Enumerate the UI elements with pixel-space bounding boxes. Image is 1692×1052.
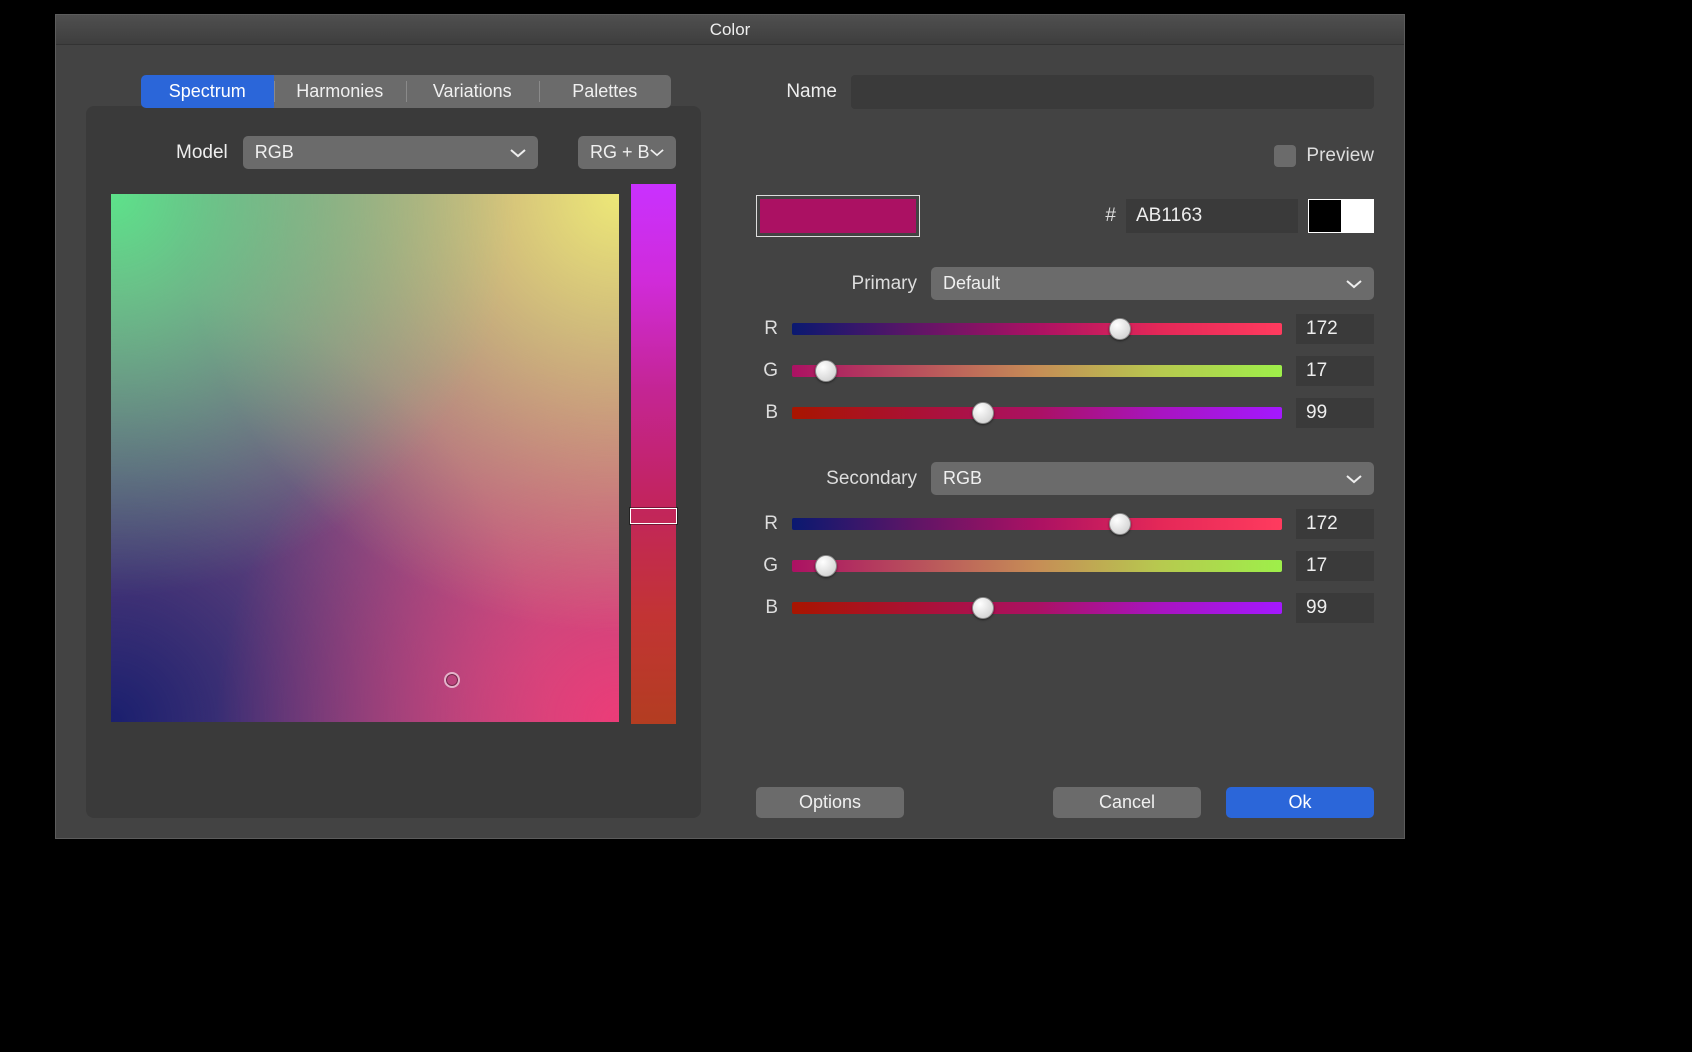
window-title: Color <box>56 15 1404 45</box>
spectrum-area <box>111 194 676 724</box>
secondary-g-thumb[interactable] <box>815 555 837 577</box>
primary-b-slider[interactable] <box>792 407 1282 419</box>
primary-b-thumb[interactable] <box>972 402 994 424</box>
secondary-g-value[interactable] <box>1296 551 1374 581</box>
primary-r-value[interactable] <box>1296 314 1374 344</box>
secondary-select-value: RGB <box>943 468 982 489</box>
chevron-down-icon <box>1346 474 1362 484</box>
primary-select[interactable]: Default <box>931 267 1374 300</box>
secondary-r-slider[interactable] <box>792 518 1282 530</box>
dialog-content: Spectrum Harmonies Variations Palettes M… <box>56 45 1404 838</box>
spectrum-mode-value: RG + B <box>590 142 650 163</box>
black-white-swatches <box>1308 199 1374 233</box>
tab-harmonies[interactable]: Harmonies <box>274 75 407 108</box>
secondary-select[interactable]: RGB <box>931 462 1374 495</box>
primary-g-value[interactable] <box>1296 356 1374 386</box>
name-label: Name <box>756 81 851 103</box>
previous-color-swatch[interactable] <box>838 199 916 233</box>
hue-marker[interactable] <box>630 508 677 524</box>
chevron-down-icon <box>510 148 526 158</box>
spectrum-cursor[interactable] <box>444 672 460 688</box>
hex-label: # <box>1105 205 1116 227</box>
primary-select-value: Default <box>943 273 1000 294</box>
model-label: Model <box>176 142 228 164</box>
primary-g-slider[interactable] <box>792 365 1282 377</box>
primary-b-label: B <box>756 402 778 424</box>
primary-label: Primary <box>756 273 931 295</box>
hue-strip[interactable] <box>631 184 676 724</box>
primary-g-label: G <box>756 360 778 382</box>
model-select-value: RGB <box>255 142 294 163</box>
spectrum-square[interactable] <box>111 194 619 722</box>
current-color-swatch[interactable] <box>760 199 838 233</box>
name-input[interactable] <box>851 75 1374 109</box>
secondary-r-value[interactable] <box>1296 509 1374 539</box>
secondary-r-label: R <box>756 513 778 535</box>
chevron-down-icon <box>650 148 664 157</box>
tab-palettes[interactable]: Palettes <box>539 75 672 108</box>
preview-checkbox[interactable] <box>1274 145 1296 167</box>
preview-label: Preview <box>1306 145 1374 167</box>
chevron-down-icon <box>1346 279 1362 289</box>
spectrum-mode-select[interactable]: RG + B <box>578 136 676 169</box>
options-button[interactable]: Options <box>756 787 904 818</box>
right-panel: Name Preview # <box>756 75 1374 818</box>
primary-b-value[interactable] <box>1296 398 1374 428</box>
primary-g-thumb[interactable] <box>815 360 837 382</box>
secondary-b-label: B <box>756 597 778 619</box>
primary-r-slider[interactable] <box>792 323 1282 335</box>
secondary-b-value[interactable] <box>1296 593 1374 623</box>
secondary-label: Secondary <box>756 468 931 490</box>
primary-r-thumb[interactable] <box>1109 318 1131 340</box>
tab-spectrum[interactable]: Spectrum <box>141 75 274 108</box>
secondary-g-label: G <box>756 555 778 577</box>
spectrum-panel: Model RGB RG + B <box>86 106 701 818</box>
cancel-button[interactable]: Cancel <box>1053 787 1201 818</box>
color-dialog: Color Spectrum Harmonies Variations Pale… <box>55 14 1405 839</box>
tab-bar: Spectrum Harmonies Variations Palettes <box>141 75 671 108</box>
secondary-r-thumb[interactable] <box>1109 513 1131 535</box>
secondary-b-thumb[interactable] <box>972 597 994 619</box>
secondary-b-slider[interactable] <box>792 602 1282 614</box>
left-panel: Spectrum Harmonies Variations Palettes M… <box>86 75 701 818</box>
model-select[interactable]: RGB <box>243 136 538 169</box>
white-swatch[interactable] <box>1341 200 1373 232</box>
ok-button[interactable]: Ok <box>1226 787 1374 818</box>
black-swatch[interactable] <box>1309 200 1341 232</box>
tab-variations[interactable]: Variations <box>406 75 539 108</box>
color-swatch-pair <box>756 195 920 237</box>
primary-r-label: R <box>756 318 778 340</box>
hex-input[interactable] <box>1126 199 1298 233</box>
secondary-g-slider[interactable] <box>792 560 1282 572</box>
